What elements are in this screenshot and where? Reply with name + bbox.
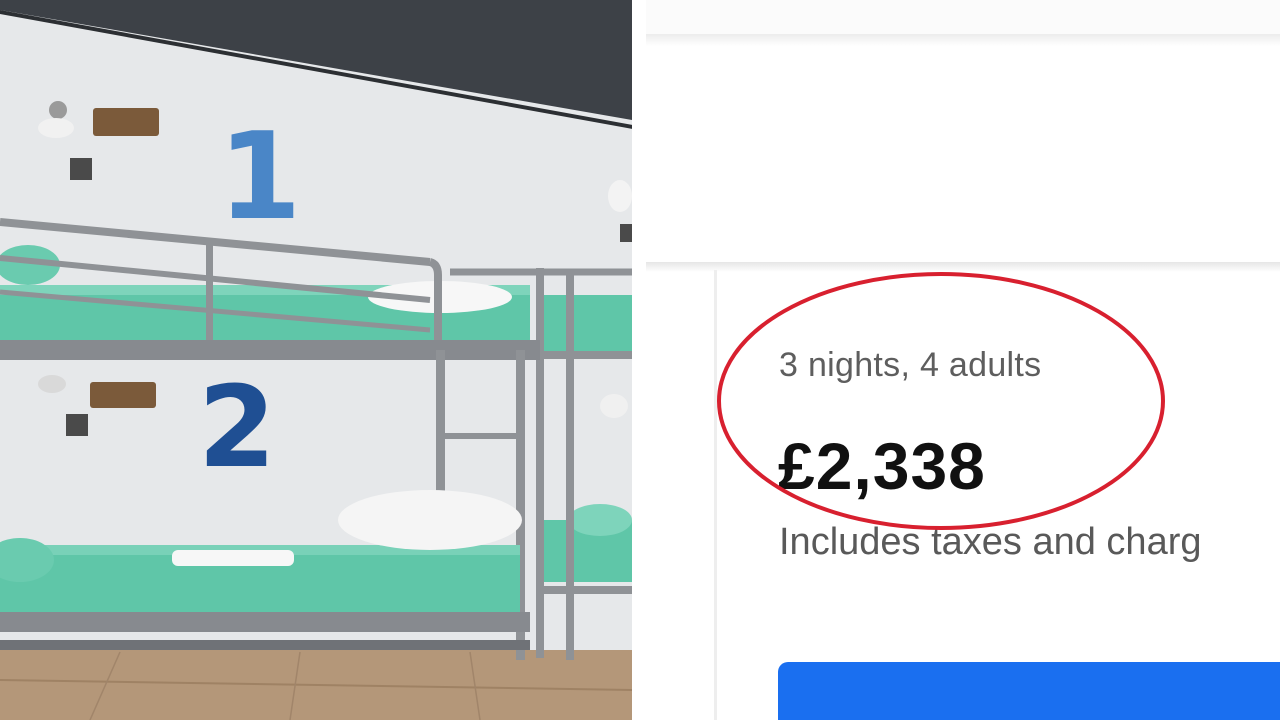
wall-lamp-top	[49, 101, 67, 119]
wall-socket-bottom	[66, 414, 88, 436]
lower-folded-bedding	[338, 490, 522, 550]
reserve-button[interactable]	[778, 662, 1280, 720]
header-band	[646, 0, 1280, 34]
dorm-room-photo: 1 2	[0, 0, 632, 720]
bunk-bed-illustration	[0, 0, 632, 720]
far-bunk-upper-mattress	[540, 295, 632, 355]
booking-summary-panel: 3 nights, 4 adults £2,338 Includes taxes…	[646, 0, 1280, 720]
wall-socket-top	[70, 158, 92, 180]
total-price: £2,338	[778, 429, 986, 503]
upper-bunk-frame	[0, 340, 540, 360]
bunk-number-1: 1	[218, 108, 302, 247]
wall-shelf-top	[93, 108, 159, 136]
price-taxes-note: Includes taxes and charg	[779, 521, 1202, 563]
stay-summary: 3 nights, 4 adults	[779, 346, 1042, 384]
image-divider	[632, 0, 646, 720]
card-left-border	[714, 270, 717, 720]
wall-lamp-bottom	[38, 375, 66, 393]
bunk-number-2: 2	[198, 363, 276, 493]
header-divider	[646, 34, 1280, 46]
lower-bunk-frame	[0, 612, 530, 632]
section-divider	[646, 262, 1280, 272]
wall-shelf-bottom	[90, 382, 156, 408]
towel	[172, 550, 294, 566]
